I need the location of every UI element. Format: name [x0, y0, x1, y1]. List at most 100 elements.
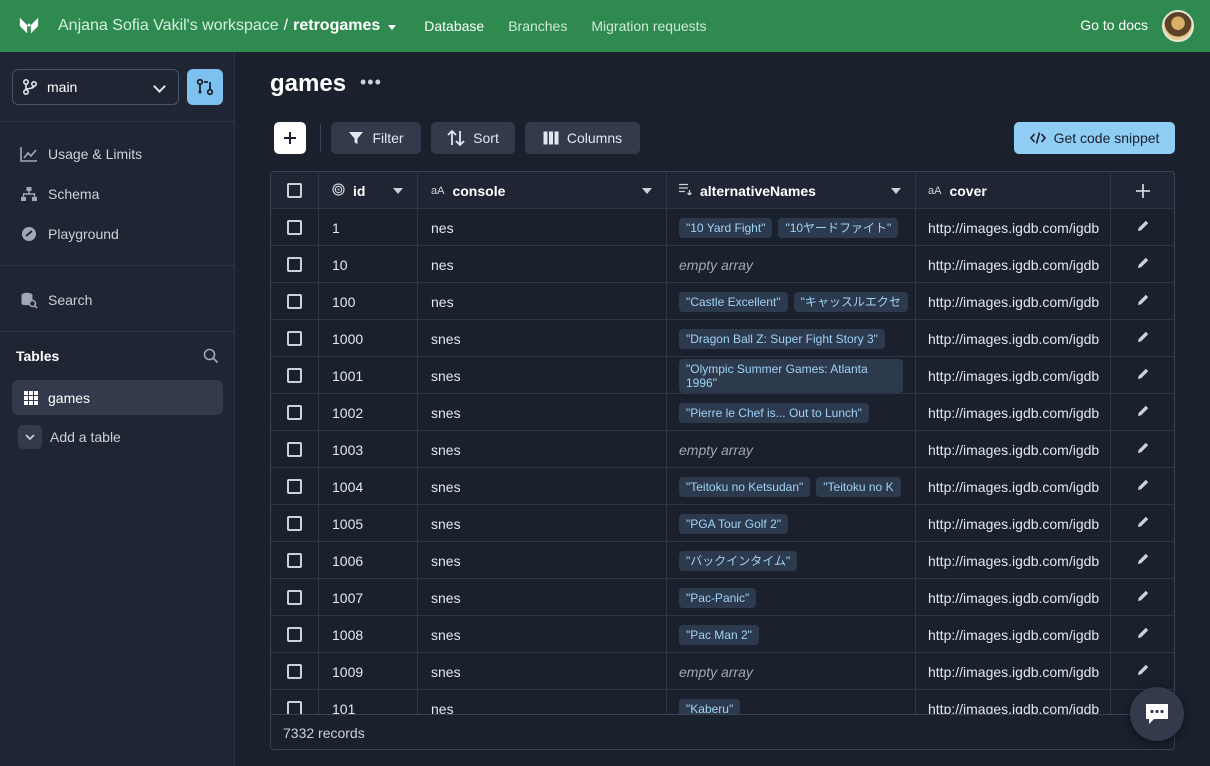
cell-id[interactable]: 1003 [319, 431, 418, 468]
select-all-checkbox[interactable] [287, 183, 302, 198]
add-record-button[interactable] [274, 122, 306, 154]
column-header-id[interactable]: id [319, 172, 418, 209]
edit-pencil-icon[interactable] [1136, 404, 1150, 421]
row-checkbox[interactable] [287, 257, 302, 272]
more-options-icon[interactable]: ••• [360, 72, 382, 93]
table-row[interactable]: 1002 snes "Pierre le Chef is... Out to Lun… [271, 394, 1174, 431]
cell-alternative-names[interactable]: "Dragon Ball Z: Super Fight Story 3" [667, 320, 916, 357]
sidebar-item-usage[interactable]: Usage & Limits [20, 146, 142, 162]
sidebar-item-schema[interactable]: Schema [20, 186, 99, 202]
cell-id[interactable]: 1000 [319, 320, 418, 357]
filter-button[interactable]: Filter [331, 122, 421, 154]
cell-cover[interactable]: http://images.igdb.com/igdb [916, 394, 1111, 431]
cell-id[interactable]: 1001 [319, 357, 418, 394]
column-header-console[interactable]: aA console [418, 172, 667, 209]
table-row[interactable]: 1003 snes empty array http://images.igdb.co… [271, 431, 1174, 468]
edit-pencil-icon[interactable] [1136, 626, 1150, 643]
chat-support-button[interactable] [1130, 687, 1184, 741]
table-row[interactable]: 1007 snes "Pac-Panic" http://images.igdb.co… [271, 579, 1174, 616]
row-checkbox[interactable] [287, 627, 302, 642]
cell-console[interactable]: snes [418, 320, 667, 357]
row-checkbox[interactable] [287, 220, 302, 235]
cell-alternative-names[interactable]: empty array [667, 246, 916, 283]
cell-id[interactable]: 1 [319, 209, 418, 246]
row-checkbox[interactable] [287, 590, 302, 605]
edit-pencil-icon[interactable] [1136, 219, 1150, 236]
row-checkbox[interactable] [287, 553, 302, 568]
cell-console[interactable]: snes [418, 431, 667, 468]
cell-console[interactable]: snes [418, 616, 667, 653]
nav-branches[interactable]: Branches [508, 18, 567, 34]
cell-alternative-names[interactable]: "バックインタイム" [667, 542, 916, 579]
cell-alternative-names[interactable]: "10 Yard Fight" "10ヤードファイト" [667, 209, 916, 246]
cell-console[interactable]: nes [418, 283, 667, 320]
cell-alternative-names[interactable]: "Pac Man 2" [667, 616, 916, 653]
workspace-switcher[interactable]: Anjana Sofia Vakil's workspace / retroga… [58, 17, 397, 35]
column-header-alternative-names[interactable]: alternativeNames [667, 172, 916, 209]
cell-cover[interactable]: http://images.igdb.com/igdb [916, 579, 1111, 616]
cell-cover[interactable]: http://images.igdb.com/igdb [916, 209, 1111, 246]
edit-pencil-icon[interactable] [1136, 367, 1150, 384]
cell-console[interactable]: snes [418, 505, 667, 542]
table-row[interactable]: 1006 snes "バックインタイム" http://images.igdb.com… [271, 542, 1174, 579]
cell-cover[interactable]: http://images.igdb.com/igdb [916, 468, 1111, 505]
cell-id[interactable]: 100 [319, 283, 418, 320]
column-menu-icon[interactable] [393, 188, 403, 194]
cell-alternative-names[interactable]: "Pierre le Chef is... Out to Lunch" [667, 394, 916, 431]
table-row[interactable]: 1004 snes "Teitoku no Ketsudan" "Teitoku no… [271, 468, 1174, 505]
column-header-cover[interactable]: aA cover [916, 172, 1111, 209]
table-row[interactable]: 1005 snes "PGA Tour Golf 2" http://images.i… [271, 505, 1174, 542]
cell-id[interactable]: 1005 [319, 505, 418, 542]
cell-console[interactable]: snes [418, 653, 667, 690]
row-checkbox[interactable] [287, 442, 302, 457]
cell-id[interactable]: 1009 [319, 653, 418, 690]
cell-cover[interactable]: http://images.igdb.com/igdb [916, 616, 1111, 653]
cell-alternative-names[interactable]: "Olympic Summer Games: Atlanta 1996" [667, 357, 916, 394]
user-avatar[interactable] [1162, 10, 1194, 42]
cell-alternative-names[interactable]: empty array [667, 653, 916, 690]
table-row[interactable]: 1001 snes "Olympic Summer Games: Atlanta 1… [271, 357, 1174, 394]
edit-pencil-icon[interactable] [1136, 552, 1150, 569]
cell-alternative-names[interactable]: empty array [667, 431, 916, 468]
edit-pencil-icon[interactable] [1136, 515, 1150, 532]
cell-console[interactable]: snes [418, 579, 667, 616]
nav-migration-requests[interactable]: Migration requests [591, 18, 706, 34]
row-checkbox[interactable] [287, 479, 302, 494]
cell-cover[interactable]: http://images.igdb.com/igdb [916, 320, 1111, 357]
table-row[interactable]: 100 nes "Castle Excellent" "キャッスルエクセ http://… [271, 283, 1174, 320]
table-row[interactable]: 1008 snes "Pac Man 2" http://images.igdb.co… [271, 616, 1174, 653]
sidebar-table-games[interactable]: games [12, 380, 223, 415]
row-checkbox[interactable] [287, 516, 302, 531]
table-row[interactable]: 1000 snes "Dragon Ball Z: Super Fight Stor… [271, 320, 1174, 357]
row-checkbox[interactable] [287, 368, 302, 383]
sidebar-item-playground[interactable]: Playground [20, 226, 119, 242]
edit-pencil-icon[interactable] [1136, 441, 1150, 458]
table-row[interactable]: 1009 snes empty array http://images.igdb.co… [271, 653, 1174, 690]
branch-selector[interactable]: main [12, 69, 179, 105]
cell-alternative-names[interactable]: "PGA Tour Golf 2" [667, 505, 916, 542]
cell-id[interactable]: 1004 [319, 468, 418, 505]
branch-compare-button[interactable] [187, 69, 223, 105]
get-code-snippet-button[interactable]: Get code snippet [1014, 122, 1175, 154]
search-icon[interactable] [203, 348, 219, 364]
cell-console[interactable]: nes [418, 246, 667, 283]
edit-pencil-icon[interactable] [1136, 663, 1150, 680]
table-row[interactable]: 10 nes empty array http://images.igdb.com/i… [271, 246, 1174, 283]
cell-id[interactable]: 1006 [319, 542, 418, 579]
cell-console[interactable]: nes [418, 209, 667, 246]
edit-pencil-icon[interactable] [1136, 589, 1150, 606]
cell-id[interactable]: 10 [319, 246, 418, 283]
column-menu-icon[interactable] [642, 188, 652, 194]
cell-cover[interactable]: http://images.igdb.com/igdb [916, 283, 1111, 320]
cell-console[interactable]: snes [418, 468, 667, 505]
edit-pencil-icon[interactable] [1136, 478, 1150, 495]
cell-alternative-names[interactable]: "Pac-Panic" [667, 579, 916, 616]
row-checkbox[interactable] [287, 294, 302, 309]
nav-database[interactable]: Database [424, 18, 484, 34]
cell-id[interactable]: 1008 [319, 616, 418, 653]
add-table-button[interactable]: Add a table [18, 425, 121, 449]
cell-console[interactable]: snes [418, 394, 667, 431]
sort-button[interactable]: Sort [431, 122, 515, 154]
column-menu-icon[interactable] [891, 188, 901, 194]
xata-logo-icon[interactable] [18, 15, 40, 37]
